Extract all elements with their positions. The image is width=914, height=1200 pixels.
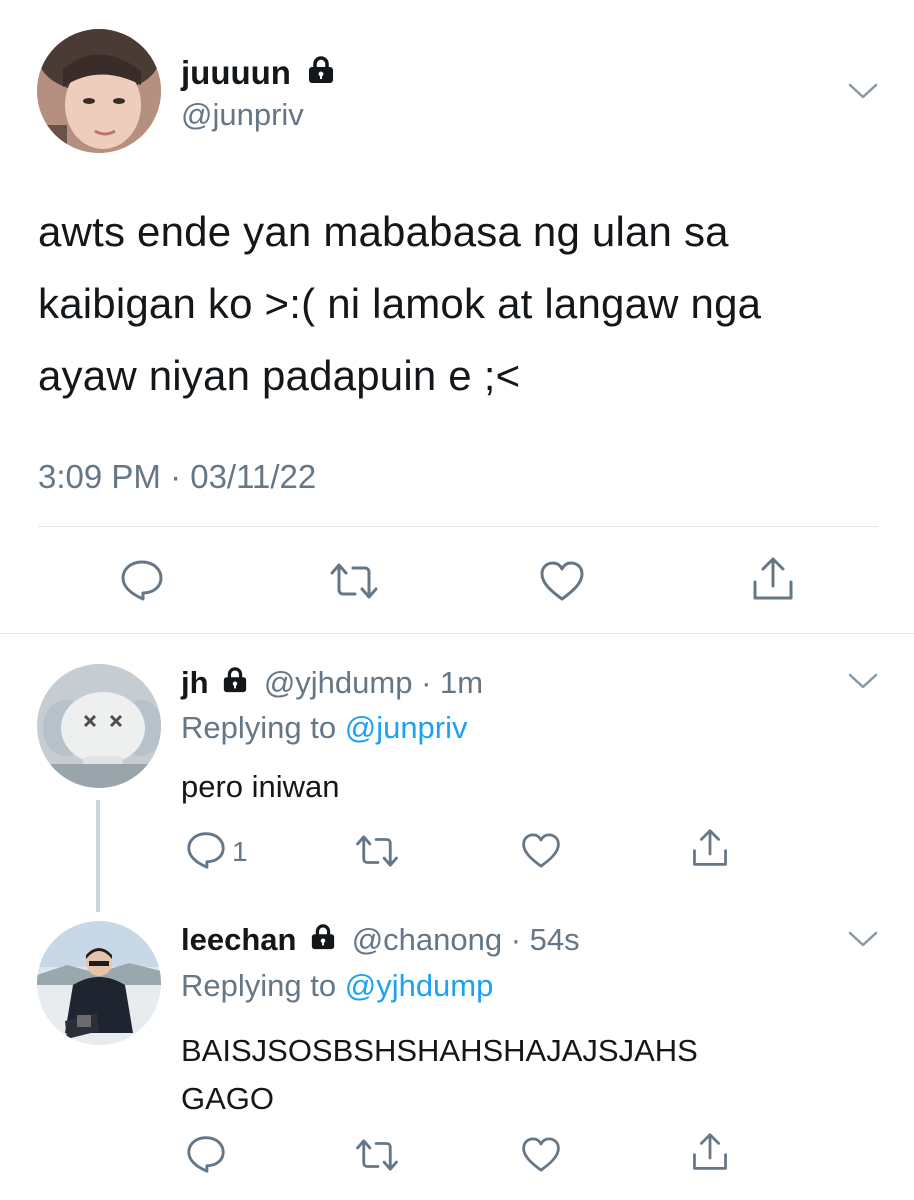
reply-display-name[interactable]: jh (181, 665, 209, 700)
tweet-text-line: ayaw niyan padapuin e ;< (38, 352, 521, 399)
divider (38, 526, 878, 527)
reply-header: jh @yjhdump · 1m (181, 664, 483, 702)
avatar-juuuun[interactable] (37, 29, 161, 153)
reply-text: BAISJSOSBSHSHAHSHAJAJSJAHS GAGO (181, 1027, 698, 1123)
reply-icon[interactable] (120, 559, 164, 601)
reply-handle[interactable]: @yjhdump (264, 665, 413, 700)
retweet-icon[interactable] (354, 1138, 400, 1172)
reply-text-line: pero iniwan (181, 769, 340, 804)
reply-handle[interactable]: @chanong (352, 922, 502, 957)
avatar-leechan[interactable] (37, 921, 161, 1045)
retweet-icon[interactable] (354, 834, 400, 868)
replying-to-label: Replying to (181, 968, 345, 1003)
like-icon[interactable] (539, 560, 585, 602)
reply-time[interactable]: · 1m (421, 665, 483, 700)
replying-to-label: Replying to (181, 710, 345, 745)
share-icon[interactable] (691, 828, 729, 868)
retweet-icon[interactable] (328, 562, 380, 600)
reply-icon[interactable] (186, 1135, 226, 1173)
reply-text-line: GAGO (181, 1081, 275, 1116)
lock-icon (309, 921, 337, 959)
replying-to: Replying to @yjhdump (181, 967, 493, 1005)
share-icon[interactable] (691, 1132, 729, 1172)
lock-icon (221, 664, 249, 702)
chevron-down-icon[interactable] (848, 82, 878, 100)
chevron-down-icon[interactable] (848, 672, 878, 690)
reply-count: 1 (232, 836, 248, 867)
thread-line (96, 800, 100, 912)
like-icon[interactable] (521, 1136, 561, 1173)
tweet-text-line: kaibigan ko >:( ni lamok at langaw nga (38, 280, 762, 327)
reply-icon[interactable] (186, 831, 226, 869)
reply-header: leechan @chanong · 54s (181, 921, 580, 959)
main-timestamp[interactable]: 3:09 PM · 03/11/22 (38, 458, 316, 496)
tweet-text-line: awts ende yan mababasa ng ulan sa (38, 208, 729, 255)
main-display-name[interactable]: juuuun (181, 54, 291, 91)
main-display-name-row: juuuun (181, 54, 336, 92)
reply-text-line: BAISJSOSBSHSHAHSHAJAJSJAHS (181, 1033, 698, 1068)
main-handle[interactable]: @junpriv (181, 96, 304, 134)
avatar-jh[interactable] (37, 664, 161, 788)
replying-to-link[interactable]: @yjhdump (345, 968, 494, 1003)
share-icon[interactable] (751, 556, 795, 602)
replying-to: Replying to @junpriv (181, 709, 468, 747)
replying-to-link[interactable]: @junpriv (345, 710, 468, 745)
reply-time[interactable]: · 54s (511, 922, 580, 957)
main-tweet-text: awts ende yan mababasa ng ulan sa kaibig… (38, 196, 761, 412)
chevron-down-icon[interactable] (848, 930, 878, 948)
reply-display-name[interactable]: leechan (181, 922, 296, 957)
section-divider (0, 633, 914, 634)
like-icon[interactable] (521, 832, 561, 869)
reply-text: pero iniwan (181, 768, 340, 806)
lock-icon (306, 54, 336, 92)
